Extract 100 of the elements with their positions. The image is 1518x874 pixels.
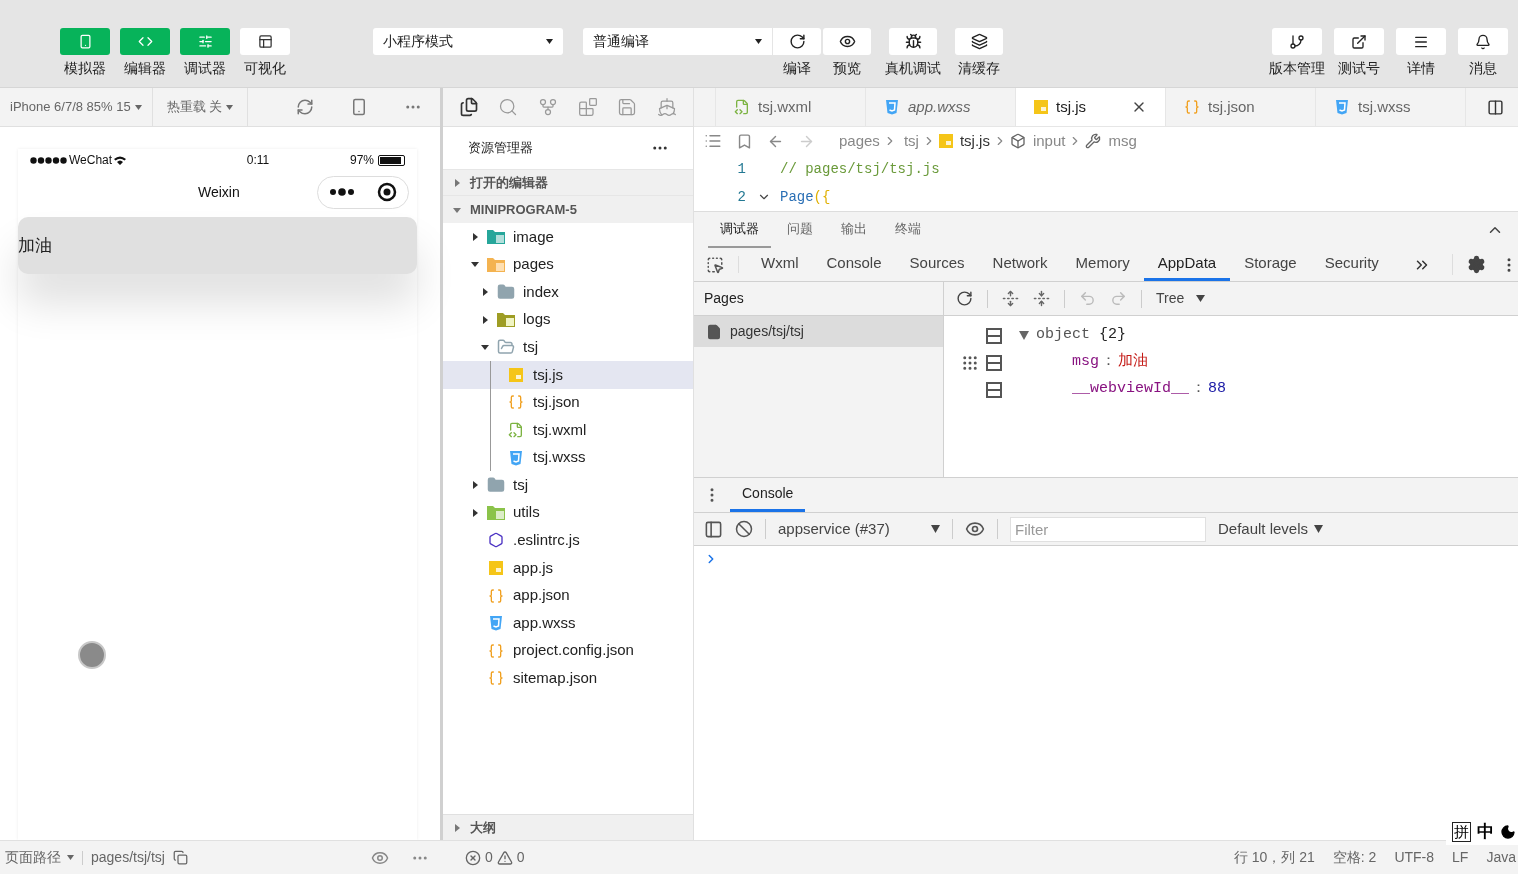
panel-tab[interactable]: Security bbox=[1310, 248, 1393, 281]
settings-icon[interactable] bbox=[1467, 255, 1486, 274]
caret-icon[interactable] bbox=[471, 232, 479, 241]
blocks-icon[interactable] bbox=[577, 97, 598, 117]
split-editor-icon[interactable] bbox=[1487, 98, 1504, 116]
section-header[interactable]: 打开的编辑器 bbox=[443, 169, 693, 196]
file-tree-item[interactable]: pages bbox=[443, 250, 693, 279]
caret-icon[interactable] bbox=[481, 315, 489, 324]
sidebar-toggle-icon[interactable] bbox=[704, 519, 723, 539]
context-dropdown[interactable]: appservice (#37) bbox=[778, 517, 940, 541]
status-item[interactable]: UTF-8 bbox=[1394, 847, 1435, 868]
copy-icon[interactable] bbox=[172, 850, 188, 865]
view-toggle-button[interactable] bbox=[120, 28, 170, 55]
file-tree-item[interactable]: logs bbox=[443, 305, 693, 334]
refresh-icon[interactable] bbox=[956, 290, 973, 307]
file-tree-item[interactable]: tsj.wxml bbox=[443, 416, 693, 444]
square-icon[interactable] bbox=[986, 327, 1002, 344]
status-item[interactable]: 行 10，列 21 bbox=[1233, 847, 1315, 868]
view-toggle-button[interactable] bbox=[60, 28, 110, 55]
expand-all-icon[interactable] bbox=[1002, 290, 1019, 307]
toolbar-icon-button[interactable] bbox=[823, 28, 871, 55]
hot-reload-dropdown[interactable]: 热重载 关 bbox=[152, 88, 249, 126]
file-tree-item[interactable]: sitemap.json bbox=[443, 664, 693, 693]
more-icon[interactable] bbox=[329, 188, 354, 196]
file-tree-item[interactable]: tsj.json bbox=[443, 388, 693, 417]
file-tree-item[interactable]: .eslintrc.js bbox=[443, 526, 693, 555]
caret-icon[interactable] bbox=[1019, 331, 1029, 340]
caret-icon[interactable] bbox=[471, 481, 479, 490]
levels-dropdown[interactable]: Default levels bbox=[1218, 517, 1324, 541]
editor-tab[interactable]: tsj.json bbox=[1165, 88, 1315, 126]
toolbar-icon-button[interactable] bbox=[773, 28, 821, 55]
section-header[interactable]: 大纲 bbox=[443, 814, 693, 840]
page-list-item[interactable]: pages/tsj/tsj bbox=[694, 316, 943, 347]
collapse-all-icon[interactable] bbox=[1033, 290, 1050, 307]
mode-dropdown[interactable]: 小程序模式 bbox=[373, 28, 563, 55]
page-path-dropdown[interactable]: 页面路径 bbox=[5, 847, 74, 868]
file-tree-item[interactable]: tsj.js bbox=[443, 360, 693, 389]
panel-tab[interactable]: Console bbox=[812, 248, 896, 281]
file-tree-item[interactable]: utils bbox=[443, 498, 693, 527]
breadcrumb-item[interactable]: pages bbox=[839, 129, 880, 153]
debug-tab[interactable]: 终端 bbox=[883, 212, 933, 248]
inspect-icon[interactable] bbox=[706, 255, 724, 274]
toolbar-icon-button[interactable] bbox=[1272, 28, 1322, 55]
editor-tab[interactable]: tsj.wxml bbox=[715, 88, 865, 126]
list-icon[interactable] bbox=[704, 132, 722, 150]
toolbar-icon-button[interactable] bbox=[1334, 28, 1384, 55]
rotate-icon[interactable] bbox=[296, 98, 315, 116]
caret-icon[interactable] bbox=[471, 260, 479, 269]
section-header[interactable]: MINIPROGRAM-5 bbox=[443, 196, 693, 223]
compile-dropdown[interactable]: 普通编译 bbox=[583, 28, 773, 55]
panel-tab[interactable]: Network bbox=[978, 248, 1062, 281]
debug-tab[interactable]: 输出 bbox=[829, 212, 879, 248]
file-tree-item[interactable]: tsj bbox=[443, 471, 693, 499]
breadcrumb-item[interactable]: tsj bbox=[903, 129, 919, 153]
square-icon[interactable] bbox=[986, 354, 1002, 371]
panel-tab[interactable]: Storage bbox=[1230, 248, 1311, 281]
square-icon[interactable] bbox=[986, 381, 1002, 398]
caret-icon[interactable] bbox=[471, 508, 479, 517]
branch-icon[interactable] bbox=[538, 97, 559, 117]
files-icon[interactable] bbox=[458, 97, 479, 117]
clear-console-icon[interactable] bbox=[735, 520, 753, 538]
toolbar-icon-button[interactable] bbox=[889, 28, 937, 55]
file-tree-item[interactable]: tsj.wxss bbox=[443, 443, 693, 472]
file-tree-item[interactable]: tsj bbox=[443, 333, 693, 361]
panel-tab[interactable]: Sources bbox=[895, 248, 979, 281]
file-tree-item[interactable]: app.json bbox=[443, 581, 693, 610]
view-toggle-button[interactable] bbox=[240, 28, 290, 55]
search-icon[interactable] bbox=[498, 97, 519, 117]
file-tree-item[interactable]: app.js bbox=[443, 554, 693, 582]
editor-tab[interactable]: tsj.js bbox=[1015, 88, 1165, 126]
view-mode-dropdown[interactable]: Tree bbox=[1156, 288, 1206, 309]
breadcrumb-item[interactable]: msg bbox=[1108, 129, 1137, 153]
breadcrumb-item[interactable]: tsj.js bbox=[959, 129, 990, 153]
bookmark-icon[interactable] bbox=[736, 132, 753, 150]
debug-tab[interactable]: 问题 bbox=[775, 212, 825, 248]
status-item[interactable]: LF bbox=[1452, 847, 1469, 868]
editor-tab[interactable]: tsj.wxss bbox=[1315, 88, 1465, 126]
panel-tab[interactable]: Wxml bbox=[747, 248, 813, 281]
status-item[interactable]: 空格: 2 bbox=[1332, 847, 1377, 868]
caret-icon[interactable] bbox=[481, 288, 489, 296]
whale-icon[interactable] bbox=[657, 97, 678, 117]
toolbar-icon-button[interactable] bbox=[1458, 28, 1508, 55]
file-tree-item[interactable]: image bbox=[443, 223, 693, 251]
device-dropdown[interactable]: iPhone 6/7/8 85% 15 bbox=[0, 88, 153, 126]
moon-icon[interactable] bbox=[1500, 823, 1516, 840]
eye-icon[interactable] bbox=[965, 519, 985, 539]
record-icon[interactable] bbox=[376, 182, 397, 202]
file-tree-item[interactable]: index bbox=[443, 278, 693, 306]
view-toggle-button[interactable] bbox=[180, 28, 230, 55]
ime-mode[interactable]: 拼 bbox=[1452, 821, 1471, 842]
file-tree-item[interactable]: app.wxss bbox=[443, 609, 693, 637]
filter-field[interactable]: Filter bbox=[1010, 516, 1206, 542]
panel-tab[interactable]: Memory bbox=[1061, 248, 1144, 281]
save-icon[interactable] bbox=[617, 97, 638, 117]
ime-language[interactable]: 中 bbox=[1477, 819, 1494, 845]
toolbar-icon-button[interactable] bbox=[1396, 28, 1446, 55]
status-item[interactable]: Java bbox=[1486, 847, 1516, 868]
breadcrumb-item[interactable]: input bbox=[1032, 129, 1066, 153]
drag-handle-icon[interactable] bbox=[961, 353, 979, 372]
caret-icon[interactable] bbox=[481, 343, 489, 352]
